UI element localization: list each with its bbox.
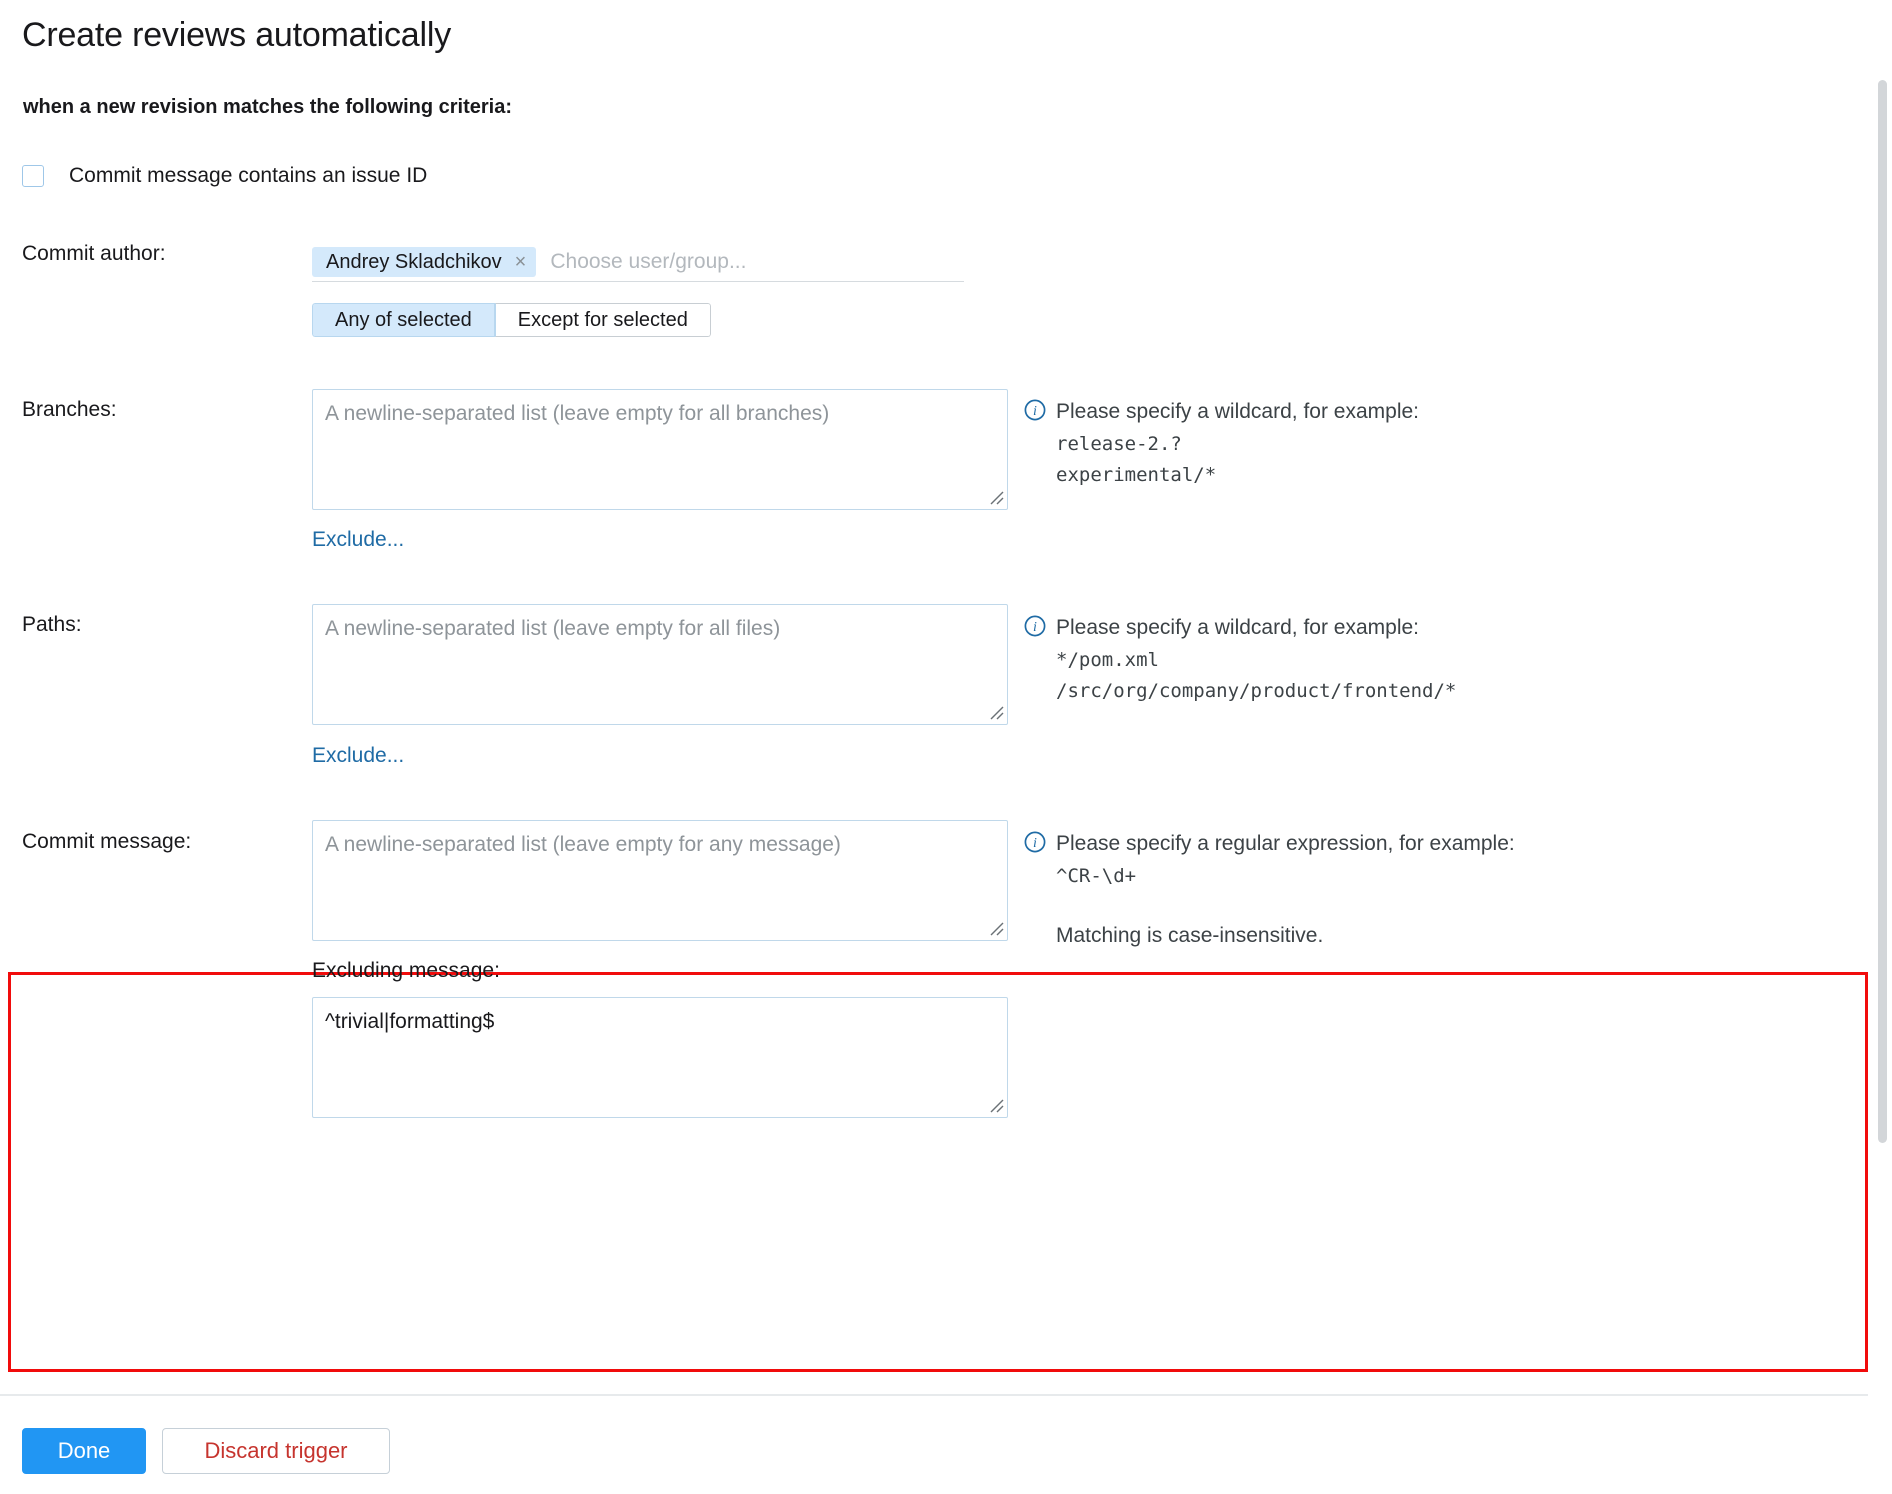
page-title: Create reviews automatically [22, 16, 451, 55]
commit-author-mode-toggle[interactable]: Any of selected Except for selected [312, 303, 711, 337]
commit-author-label: Commit author: [22, 242, 166, 266]
create-reviews-automatically-panel: Create reviews automatically when a new … [0, 0, 1892, 1494]
info-icon: i [1024, 615, 1046, 637]
close-icon[interactable]: × [515, 252, 527, 272]
page-scrollbar-thumb[interactable] [1878, 80, 1887, 1143]
commit-message-hint-title: Please specify a regular expression, for… [1056, 828, 1515, 861]
issue-id-label: Commit message contains an issue ID [69, 164, 427, 188]
issue-id-checkbox[interactable] [22, 165, 44, 187]
footer-divider [0, 1394, 1868, 1396]
paths-hint-example-1: */pom.xml [1056, 645, 1456, 676]
commit-author-input[interactable]: Andrey Skladchikov × Choose user/group..… [312, 243, 964, 282]
svg-text:i: i [1033, 836, 1037, 851]
paths-label: Paths: [22, 613, 82, 637]
branches-hint-title-row: i Please specify a wildcard, for example… [1024, 396, 1419, 429]
page-scrollbar[interactable] [1872, 0, 1892, 1494]
branches-hint-title: Please specify a wildcard, for example: [1056, 396, 1419, 429]
commit-message-hint: i Please specify a regular expression, f… [1024, 828, 1515, 952]
issue-id-checkbox-row[interactable]: Commit message contains an issue ID [22, 164, 427, 188]
branches-label: Branches: [22, 398, 117, 422]
paths-hint-title-row: i Please specify a wildcard, for example… [1024, 612, 1456, 645]
commit-message-textarea[interactable] [312, 820, 1008, 941]
svg-text:i: i [1033, 620, 1037, 635]
branches-hint-example-1: release-2.? [1056, 429, 1419, 460]
commit-author-placeholder: Choose user/group... [550, 250, 746, 274]
info-icon: i [1024, 831, 1046, 853]
excluding-message-textarea[interactable] [312, 997, 1008, 1118]
author-chip[interactable]: Andrey Skladchikov × [312, 247, 536, 277]
author-chip-label: Andrey Skladchikov [326, 251, 502, 274]
svg-text:i: i [1033, 404, 1037, 419]
commit-message-hint-example-1: ^CR-\d+ [1056, 861, 1515, 892]
commit-message-hint-title-row: i Please specify a regular expression, f… [1024, 828, 1515, 861]
mode-any-of-selected[interactable]: Any of selected [312, 303, 495, 337]
info-icon: i [1024, 399, 1046, 421]
branches-hint-example-2: experimental/* [1056, 460, 1419, 491]
branches-exclude-link[interactable]: Exclude... [312, 528, 404, 552]
mode-except-for-selected[interactable]: Except for selected [495, 303, 711, 337]
commit-message-label: Commit message: [22, 830, 191, 854]
branches-hint: i Please specify a wildcard, for example… [1024, 396, 1419, 491]
page-subtitle: when a new revision matches the followin… [23, 96, 512, 119]
commit-message-hint-note: Matching is case-insensitive. [1056, 920, 1515, 953]
done-button[interactable]: Done [22, 1428, 146, 1474]
paths-hint: i Please specify a wildcard, for example… [1024, 612, 1456, 707]
excluding-message-label: Excluding message: [312, 959, 500, 983]
paths-hint-title: Please specify a wildcard, for example: [1056, 612, 1419, 645]
paths-hint-example-2: /src/org/company/product/frontend/* [1056, 676, 1456, 707]
paths-exclude-link[interactable]: Exclude... [312, 744, 404, 768]
branches-textarea[interactable] [312, 389, 1008, 510]
paths-textarea[interactable] [312, 604, 1008, 725]
discard-trigger-button[interactable]: Discard trigger [162, 1428, 390, 1474]
